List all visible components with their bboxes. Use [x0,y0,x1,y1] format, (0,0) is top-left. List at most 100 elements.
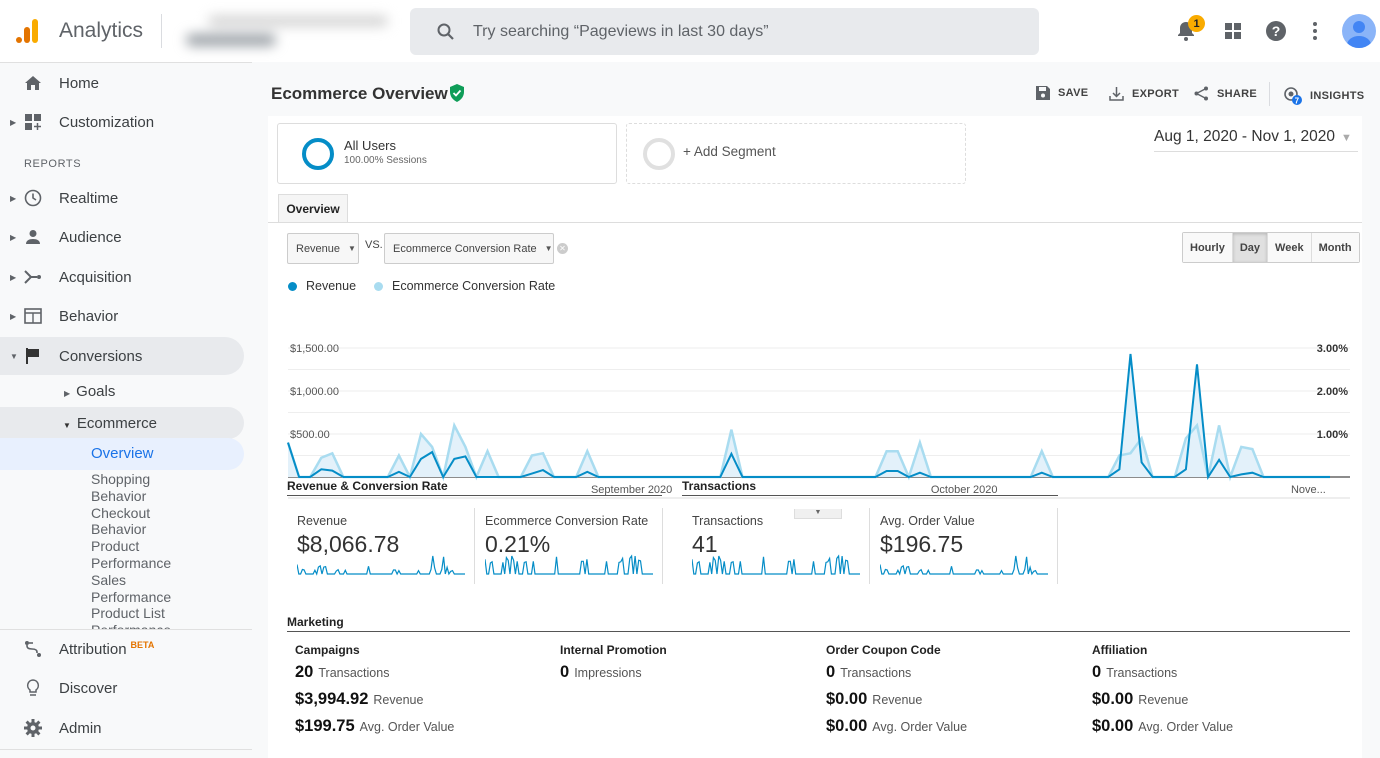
verified-shield-icon [449,84,465,102]
marketing-column-title: Affiliation [1092,643,1148,657]
save-icon [1036,86,1050,100]
share-button[interactable]: SHARE [1194,86,1257,101]
expand-caret-icon: ▶ [10,117,17,127]
sidebar-item-customization[interactable]: ▶ Customization [0,103,244,141]
apps-grid-icon[interactable] [1219,17,1247,45]
acquisition-merge-icon [24,268,42,286]
metric-label: Avg. Order Value [880,514,975,528]
add-segment-label: + Add Segment [683,144,776,159]
sidebar-item-realtime[interactable]: ▶ Realtime [0,179,244,217]
section-title-transactions: Transactions [682,479,1058,496]
legend-label: Revenue [306,279,357,293]
marketing-internal-promotion[interactable]: Internal Promotion 0 Impressions [560,643,667,690]
sidebar-item-label: Ecommerce [76,414,157,432]
y-right-tick-label: 1.00% [1317,429,1348,441]
segment-subtitle: 100.00% Sessions [344,155,427,166]
dropdown-arrow-icon: ▼ [1340,132,1352,144]
empty-segment-circle-icon [643,138,675,170]
sidebar-item-conversions[interactable]: ▼ Conversions [0,337,244,375]
save-button[interactable]: SAVE [1036,86,1088,100]
home-icon [24,74,42,92]
report-panel: All Users 100.00% Sessions + Add Segment… [268,116,1362,758]
marketing-order-coupon-code[interactable]: Order Coupon Code 0 Transactions $0.00 Rev… [826,643,967,744]
add-segment-button[interactable]: + Add Segment [626,123,966,184]
sidebar-item-product-list-performance[interactable]: Product List Performance [91,605,186,629]
sidebar: Home ▶ Customization REPORTS ▶ Realtime … [0,62,252,758]
sidebar-item-checkout-behavior[interactable]: Checkout Behavior [91,505,186,539]
marketing-row: 0 Transactions [826,663,912,681]
dropdown-arrow-icon: ▼ [544,244,553,253]
vs-label: VS. [365,239,383,251]
remove-comparison-icon[interactable]: ✕ [557,243,568,254]
gear-icon [24,719,42,737]
metric-avg-order-value[interactable]: Avg. Order Value $196.75 [870,506,1050,582]
analytics-logo-icon[interactable] [14,17,42,45]
sidebar-item-audience[interactable]: ▶ Audience [0,218,244,256]
sidebar-item-behavior[interactable]: ▶ Behavior [0,297,244,335]
sparkline-path [485,554,653,575]
sidebar-item-label: Admin [59,719,102,737]
granularity-week[interactable]: Week [1267,233,1311,262]
export-button[interactable]: EXPORT [1109,86,1179,101]
sidebar-item-acquisition[interactable]: ▶ Acquisition [0,258,244,296]
search-placeholder[interactable]: Try searching “Pageviews in last 30 days… [473,23,769,41]
granularity-hourly[interactable]: Hourly [1183,233,1232,262]
sidebar-item-label: Behavior [59,307,119,325]
marketing-row: $3,994.92 Revenue [295,690,424,708]
legend-label: Ecommerce Conversion Rate [392,279,556,293]
metric-conversion-rate[interactable]: Ecommerce Conversion Rate 0.21% [475,506,655,582]
page-title: Ecommerce Overview [271,84,448,103]
marketing-row: 0 Transactions [1092,663,1178,681]
more-vert-icon[interactable] [1301,17,1329,45]
sidebar-item-label: Realtime [59,189,119,207]
expand-caret-icon: ▶ [10,193,17,203]
granularity-month[interactable]: Month [1310,233,1359,262]
sidebar-item-label: Audience [59,228,122,246]
search-bar[interactable]: Try searching “Pageviews in last 30 days… [410,8,1039,55]
sidebar-item-sales-performance[interactable]: Sales Performance [91,572,186,606]
account-selector[interactable] [178,8,393,54]
help-icon[interactable]: ? [1262,17,1290,45]
conversion-line [286,421,1330,482]
sidebar-item-ecommerce[interactable]: ▼ Ecommerce [0,407,244,439]
legend-revenue[interactable]: Revenue [288,279,356,293]
metric-revenue[interactable]: Revenue $8,066.78 [287,506,467,582]
sidebar-item-attribution[interactable]: Attribution BETA [0,630,244,668]
section-title-marketing: Marketing [287,615,1350,632]
legend-conversion-rate[interactable]: Ecommerce Conversion Rate [374,279,555,293]
primary-metric-select[interactable]: Revenue ▼ [287,233,359,264]
secondary-metric-value: Ecommerce Conversion Rate [393,242,537,255]
granularity-day[interactable]: Day [1231,233,1268,262]
svg-text:?: ? [1272,23,1281,39]
sidebar-item-home[interactable]: Home [0,64,244,102]
app-name: Analytics [59,19,144,42]
divider [161,14,162,48]
main-content: Ecommerce Overview SAVE EXPORT SHARE 7 I… [252,62,1380,758]
sidebar-item-goals[interactable]: ▶ Goals [64,383,115,400]
revenue-sparkline [297,555,465,576]
metric-transactions[interactable]: Transactions 41 [682,506,862,582]
divider [1057,508,1058,584]
sidebar-item-discover[interactable]: Discover [0,669,244,707]
granularity-toggle: Hourly Day Week Month [1182,232,1360,263]
marketing-column-title: Internal Promotion [560,643,667,657]
sidebar-item-overview[interactable]: Overview [0,438,244,470]
tab-overview[interactable]: Overview [278,194,348,223]
segment-all-users[interactable]: All Users 100.00% Sessions [277,123,617,184]
marketing-row: $0.00 Avg. Order Value [826,717,968,735]
sidebar-item-product-performance[interactable]: Product Performance [91,538,186,572]
sidebar-item-admin[interactable]: Admin [0,709,244,747]
expand-caret-icon: ▶ [10,311,17,321]
date-range-picker[interactable]: Aug 1, 2020 - Nov 1, 2020 ▼ [1154,128,1358,152]
secondary-metric-select[interactable]: Ecommerce Conversion Rate ▼ [384,233,554,264]
account-avatar-icon[interactable] [1342,14,1376,48]
flag-icon [24,347,42,365]
sparkline-path [692,554,860,575]
dropdown-arrow-icon: ▼ [348,244,356,253]
marketing-campaigns[interactable]: Campaigns 20 Transactions $3,994.92 Revenu… [295,643,454,744]
beta-badge: BETA [130,640,155,650]
sidebar-item-shopping-behavior[interactable]: Shopping Behavior [91,471,186,505]
legend-dot-icon [288,281,297,291]
insights-button[interactable]: 7 INSIGHTS [1283,86,1364,105]
marketing-affiliation[interactable]: Affiliation 0 Transactions $0.00 Revenue $… [1092,643,1233,744]
